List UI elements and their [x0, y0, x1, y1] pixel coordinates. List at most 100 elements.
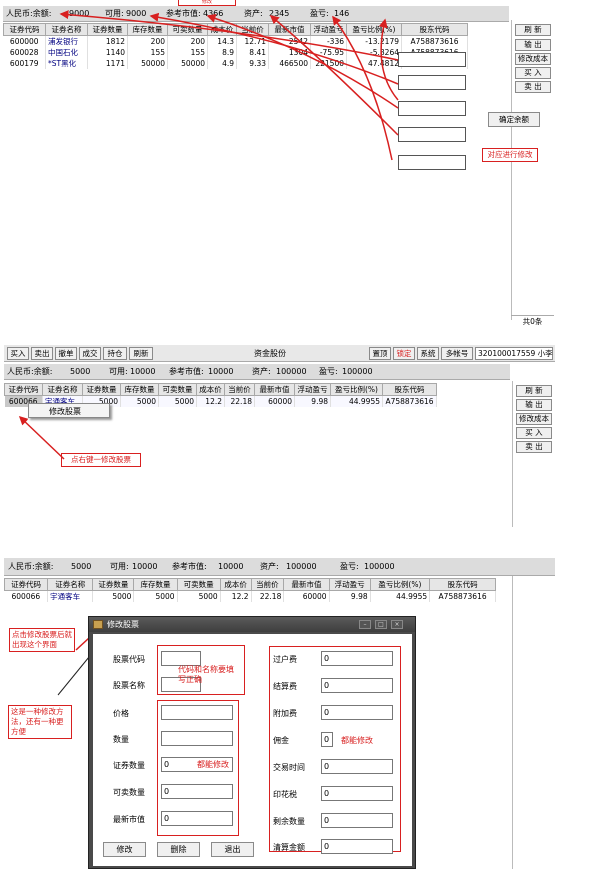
pin-top-button[interactable]: 置顶 — [369, 347, 391, 360]
system-button[interactable]: 系统 — [417, 347, 439, 360]
col-header[interactable]: 证券代码 — [3, 578, 49, 591]
modify-stock-dialog: 修改股票 – □ × 股票代码 股票名称 价格 数量 证券数量 可卖数量 最新市… — [88, 616, 416, 869]
pnl-value: 100000 — [342, 367, 373, 376]
annotation-arrow — [18, 415, 65, 460]
cell: 9.98 — [294, 395, 331, 407]
ref-market-value: 10000 — [218, 562, 244, 571]
minimize-icon[interactable]: – — [359, 620, 371, 629]
ref-market-value: 10000 — [208, 367, 234, 376]
cell: 5000 — [133, 590, 178, 602]
pnl-label: 盈亏: — [319, 367, 338, 376]
positions-table: 证券代码 证券名称 证券数量 库存数量 可卖数量 成本价 当前价 最新市值 浮动… — [3, 578, 496, 602]
col-header[interactable]: 可卖数量 — [176, 578, 221, 591]
note-code-name: 代码和名称要填写正确 — [178, 665, 234, 684]
field-label-transfer-fee: 过户费 — [273, 655, 297, 664]
col-header[interactable]: 库存数量 — [133, 578, 178, 591]
assets-label: 资产: — [252, 367, 271, 376]
ref-market-label: 参考市值: — [172, 562, 207, 571]
account-selector[interactable]: 320100017559 小李 — [475, 347, 553, 360]
col-header[interactable]: 盈亏比例(%) — [369, 578, 431, 591]
settlement-fee-input[interactable]: 0 — [321, 678, 393, 693]
arrow — [332, 15, 393, 161]
cell: 44.9955 — [330, 395, 383, 407]
field-label-commission: 佣金 — [273, 736, 289, 745]
export-button[interactable]: 输 出 — [516, 399, 552, 411]
summary-bar: 人民币:余额: 5000 可用: 10000 参考市值: 10000 资产: 1… — [4, 558, 555, 576]
col-header[interactable]: 证券名称 — [47, 578, 94, 591]
row-count: 共0条 — [522, 317, 543, 326]
table-header: 证券代码 证券名称 证券数量 库存数量 可卖数量 成本价 当前价 最新市值 浮动… — [3, 578, 496, 591]
col-header[interactable]: 当前价 — [250, 578, 285, 591]
maximize-icon[interactable]: □ — [375, 620, 387, 629]
field-label-settlement-fee: 结算费 — [273, 682, 297, 691]
assets-value: 100000 — [286, 562, 317, 571]
col-header[interactable]: 股东代码 — [429, 578, 496, 591]
field-label-price: 价格 — [113, 709, 129, 718]
close-icon[interactable]: × — [391, 620, 403, 629]
stock-code-input[interactable] — [161, 651, 201, 666]
field-label-sellable-qty: 可卖数量 — [113, 788, 145, 797]
buy-button[interactable]: 买 入 — [516, 427, 552, 439]
arrow — [59, 10, 399, 61]
exit-button[interactable]: 退出 — [211, 842, 254, 857]
stamp-duty-input[interactable]: 0 — [321, 786, 393, 801]
field-label-clearing-amount: 清算金额 — [273, 843, 305, 852]
surcharge-input[interactable]: 0 — [321, 705, 393, 720]
col-header[interactable]: 当前价 — [224, 383, 255, 396]
app-icon — [93, 620, 103, 629]
assets-value: 100000 — [276, 367, 307, 376]
modify-button[interactable]: 修改 — [103, 842, 146, 857]
cell: 5000 — [177, 590, 221, 602]
refresh-button[interactable]: 刷 新 — [516, 385, 552, 397]
commission-input[interactable]: 0 — [321, 732, 333, 747]
trade-time-input[interactable]: 0 — [321, 759, 393, 774]
field-label-quantity: 数量 — [113, 735, 129, 744]
lock-button[interactable]: 锁定 — [393, 347, 415, 360]
clearing-amount-input[interactable]: 0 — [321, 839, 393, 854]
field-label-market-value: 最新市值 — [113, 815, 145, 824]
market-value-input[interactable]: 0 — [161, 811, 233, 826]
dialog-title-bar: 修改股票 – □ × — [89, 617, 415, 632]
col-header[interactable]: 股东代码 — [382, 383, 437, 396]
sell-button[interactable]: 卖 出 — [516, 441, 552, 453]
delete-button[interactable]: 删除 — [157, 842, 200, 857]
panel-1: 修改 人民币:余额: 9000 可用: 9000 参考市值: 4366 资产: … — [3, 0, 554, 330]
cell: A758873616 — [382, 395, 437, 407]
currency-label: 人民币:余额: — [8, 562, 54, 571]
quantity-input[interactable] — [161, 731, 233, 746]
col-header[interactable]: 最新市值 — [254, 383, 295, 396]
price-input[interactable] — [161, 705, 233, 720]
field-label-stock-code: 股票代码 — [113, 655, 145, 664]
remaining-qty-input[interactable]: 0 — [321, 813, 393, 828]
cell: 22.18 — [251, 590, 285, 602]
cell: 60000 — [283, 590, 330, 602]
dialog-title: 修改股票 — [107, 620, 139, 629]
balance-value: 5000 — [71, 562, 92, 571]
available-value: 10000 — [132, 562, 158, 571]
panel-2: 买入 卖出 撤单 成交 持仓 刷新 资金股份 置顶 锁定 系统 多帐号 3201… — [4, 345, 555, 530]
arrow — [206, 14, 399, 109]
pnl-label: 盈亏: — [340, 562, 359, 571]
sellable-qty-input[interactable]: 0 — [161, 784, 233, 799]
multi-account-button[interactable]: 多帐号 — [441, 347, 473, 360]
col-header[interactable]: 盈亏比例(%) — [330, 383, 383, 396]
cell: 60000 — [254, 395, 295, 407]
right-strip — [512, 576, 555, 869]
transfer-fee-input[interactable]: 0 — [321, 651, 393, 666]
cell: A758873616 — [429, 590, 496, 602]
col-header[interactable]: 最新市值 — [283, 578, 330, 591]
field-label-remaining-qty: 剩余数量 — [273, 817, 305, 826]
col-header[interactable]: 浮动盈亏 — [294, 383, 331, 396]
field-label-security-qty: 证券数量 — [113, 761, 145, 770]
cell: 9.98 — [329, 590, 371, 602]
col-header[interactable]: 成本价 — [219, 578, 252, 591]
dialog-body: 股票代码 股票名称 价格 数量 证券数量 可卖数量 最新市值 0 0 0 代码和… — [93, 634, 412, 866]
modify-cost-button[interactable]: 修改成本 — [516, 413, 552, 425]
cell: 22.18 — [224, 395, 255, 407]
col-header[interactable]: 浮动盈亏 — [328, 578, 371, 591]
cell: 44.9955 — [370, 590, 431, 602]
field-label-stamp-duty: 印花税 — [273, 790, 297, 799]
field-label-surcharge: 附加费 — [273, 709, 297, 718]
col-header[interactable]: 证券数量 — [92, 578, 135, 591]
note-all-editable-left: 都能修改 — [197, 760, 229, 769]
